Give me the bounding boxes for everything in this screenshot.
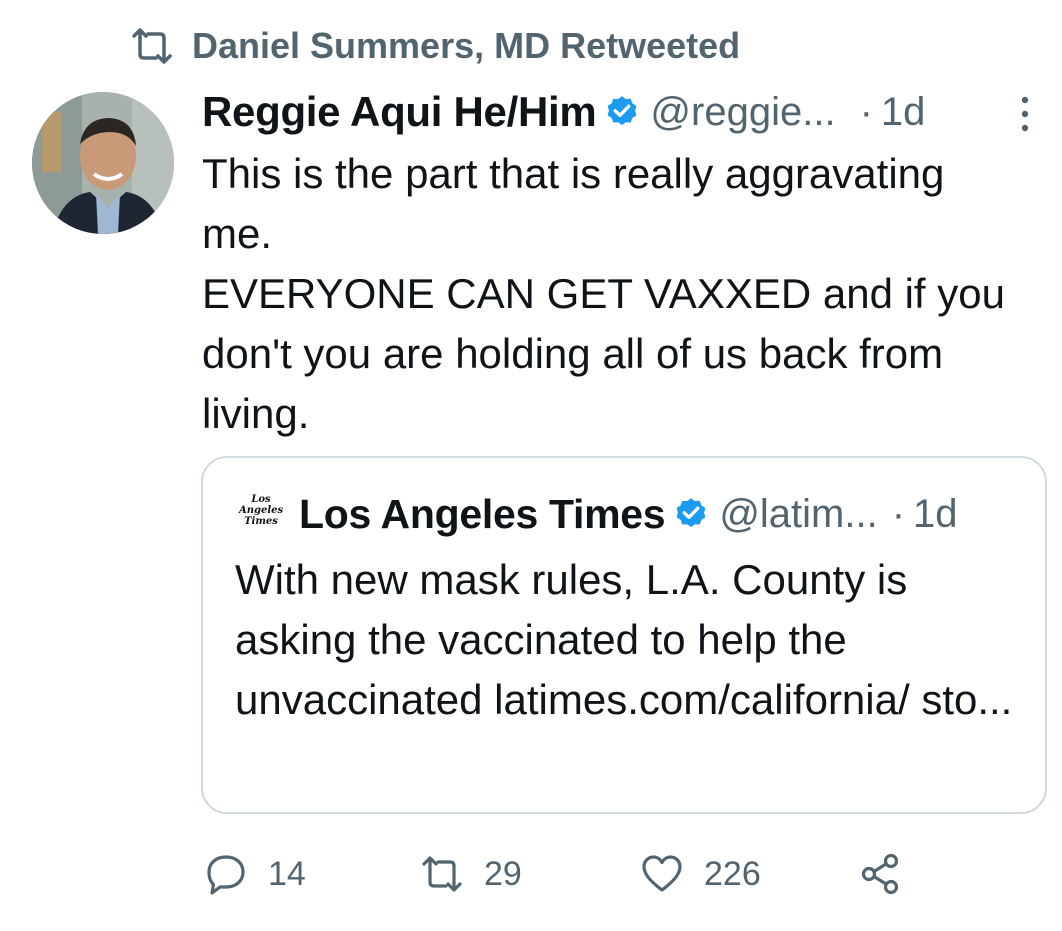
- author-handle[interactable]: @reggie...: [650, 90, 835, 135]
- quoted-separator-dot: ·: [891, 491, 906, 536]
- like-count: 226: [704, 854, 761, 893]
- avatar[interactable]: [32, 92, 174, 234]
- reply-icon: [207, 855, 245, 895]
- retweet-context-label: Daniel Summers, MD Retweeted: [192, 25, 741, 66]
- quoted-verified-badge-icon: [676, 498, 706, 528]
- retweet-button[interactable]: 29: [420, 846, 522, 902]
- retweet-count: 29: [484, 854, 522, 893]
- tweet-header: Reggie Aqui He/Him @reggie... · 1d: [202, 84, 1042, 140]
- tweet-time[interactable]: 1d: [881, 90, 926, 135]
- separator-dot: ·: [859, 89, 873, 134]
- quoted-author-handle: @latim...: [719, 491, 878, 536]
- quoted-tweet-text: With new mask rules, L.A. County is aski…: [235, 556, 1013, 723]
- retweet-context[interactable]: Daniel Summers, MD Retweeted: [130, 22, 740, 70]
- share-icon: [861, 853, 899, 895]
- reply-button[interactable]: 14: [204, 846, 306, 902]
- heart-icon: [642, 855, 682, 892]
- like-button[interactable]: 226: [640, 846, 761, 902]
- quoted-author-logo: Los Angeles Times: [239, 494, 284, 527]
- verified-badge-icon: [608, 96, 637, 126]
- quoted-tweet-card[interactable]: Los Angeles Times Los Angeles Times @lat…: [201, 456, 1047, 814]
- quoted-author-name: Los Angeles Times: [299, 490, 666, 537]
- tweet-actions-bar: 14 29 226: [204, 846, 944, 902]
- share-button[interactable]: [858, 846, 902, 902]
- retweet-icon: [422, 856, 462, 892]
- more-options-icon[interactable]: [1018, 92, 1032, 136]
- author-name[interactable]: Reggie Aqui He/Him: [202, 88, 597, 136]
- retweet-icon: [132, 28, 172, 64]
- tweet-text: This is the part that is really aggravat…: [202, 150, 1005, 437]
- quoted-tweet-time: 1d: [913, 491, 958, 536]
- quoted-tweet-header: Los Angeles Times Los Angeles Times @lat…: [239, 488, 958, 540]
- reply-count: 14: [268, 854, 306, 893]
